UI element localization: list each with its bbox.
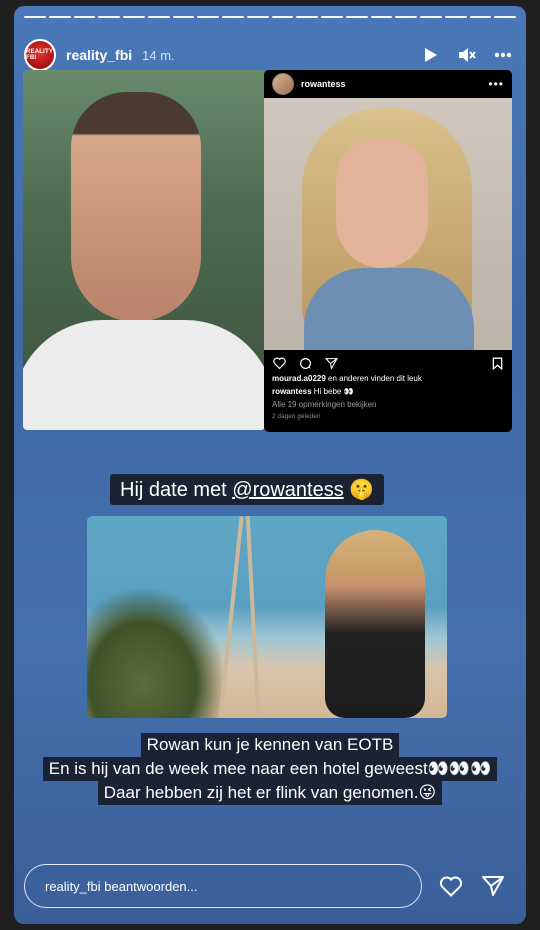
progress-segment (271, 16, 294, 18)
comment-icon (298, 356, 312, 370)
progress-segment (246, 16, 269, 18)
reply-input[interactable] (25, 865, 425, 907)
progress-segment (48, 16, 71, 18)
mute-icon[interactable] (458, 46, 476, 64)
progress-segment (395, 16, 417, 18)
reply-box[interactable] (24, 864, 425, 908)
caption-user: rowantess (272, 387, 312, 396)
likes-suffix: en anderen vinden dit leuk (325, 374, 422, 383)
bookmark-icon (490, 356, 504, 370)
progress-segment (296, 16, 318, 18)
story-header: REALITY FBI reality_fbi 14 m. (24, 38, 516, 72)
header-controls (422, 46, 516, 64)
post-username: rowantess (301, 79, 346, 89)
progress-segment (197, 16, 219, 18)
post-actions (264, 350, 512, 372)
username[interactable]: reality_fbi (66, 47, 132, 63)
progress-segment (73, 16, 96, 18)
progress-segment (98, 16, 120, 18)
progress-segment (420, 16, 442, 18)
story-text-line: Rowan kun je kennen van EOTB (140, 733, 400, 757)
like-heart-icon[interactable] (438, 874, 464, 898)
likes-line: mourad.a0229 en anderen vinden dit leuk (264, 372, 512, 385)
photo-man (23, 70, 265, 430)
progress-segment (172, 16, 195, 18)
story-viewer: REALITY FBI reality_fbi 14 m. rowantess … (14, 6, 526, 924)
progress-segment (494, 16, 516, 18)
post-photo-woman (264, 98, 512, 350)
mention-link[interactable]: @rowantess (232, 479, 343, 501)
progress-segment (24, 16, 46, 18)
progress-segment (370, 16, 393, 18)
progress-bar (24, 16, 516, 18)
caption-line: rowantess Hi bebe 👀 (264, 385, 512, 398)
progress-segment (222, 16, 244, 18)
progress-segment (321, 16, 343, 18)
comments-link: Alle 19 opmerkingen bekijken (272, 400, 377, 409)
share-icon (324, 356, 338, 370)
post-timestamp: 2 dagen geleden (272, 413, 321, 420)
heart-icon (272, 356, 286, 370)
progress-segment (123, 16, 145, 18)
post-more-icon: ••• (488, 77, 504, 91)
avatar[interactable]: REALITY FBI (24, 39, 56, 71)
story-text-line: Daar hebben zij het er flink van genomen… (97, 781, 443, 805)
likes-user: mourad.a0229 (272, 374, 326, 383)
timestamp: 14 m. (142, 47, 175, 63)
story-text-line: En is hij van de week mee naar een hotel… (42, 757, 498, 781)
photo-beach-swing (87, 516, 447, 718)
caption-prefix: Hij date met (120, 479, 233, 501)
caption-text: Hi bebe 👀 (311, 387, 354, 396)
progress-segment (444, 16, 467, 18)
post-avatar (272, 73, 294, 95)
instagram-post-screenshot: rowantess ••• mourad.a0229 en anderen vi… (264, 70, 512, 432)
more-icon[interactable] (494, 46, 512, 64)
story-text-block: Rowan kun je kennen van EOTB En is hij v… (14, 733, 526, 805)
progress-segment (147, 16, 170, 18)
caption-emoji: 🤫 (343, 479, 375, 501)
progress-segment (469, 16, 492, 18)
progress-segment (345, 16, 368, 18)
post-header: rowantess ••• (264, 70, 512, 98)
send-icon[interactable] (480, 874, 506, 898)
dating-caption: Hij date met @rowantess 🤫 (110, 474, 385, 505)
play-icon[interactable] (422, 46, 440, 64)
